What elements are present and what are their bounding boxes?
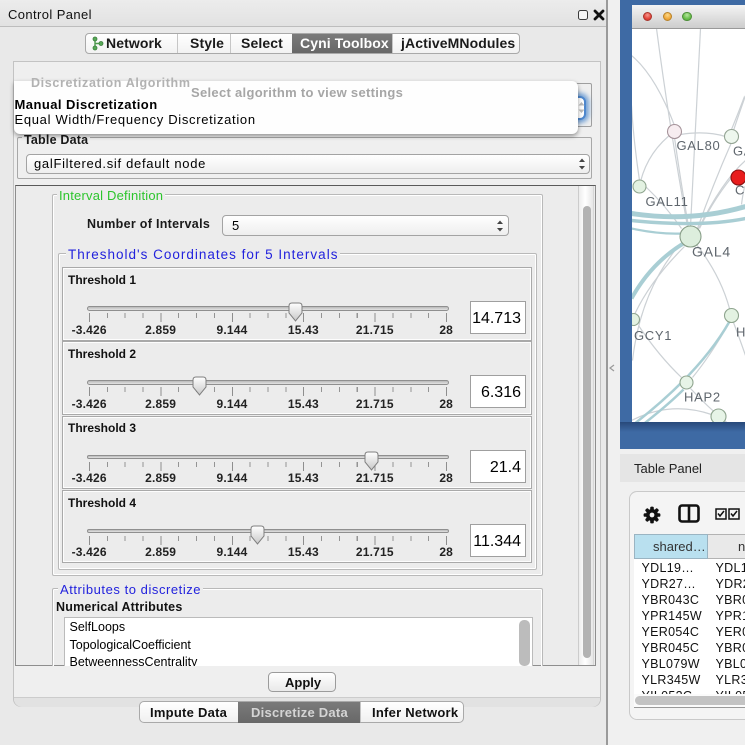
svg-text:HAP2: HAP2 xyxy=(684,389,721,404)
svg-text:GA: GA xyxy=(733,143,745,158)
svg-text:GAL80: GAL80 xyxy=(676,138,720,153)
svg-text:GAL11: GAL11 xyxy=(645,194,688,209)
svg-text:GCY1: GCY1 xyxy=(634,328,672,343)
svg-text:GAL4: GAL4 xyxy=(692,243,731,259)
svg-text:H: H xyxy=(736,324,745,339)
svg-text:C: C xyxy=(735,182,745,197)
